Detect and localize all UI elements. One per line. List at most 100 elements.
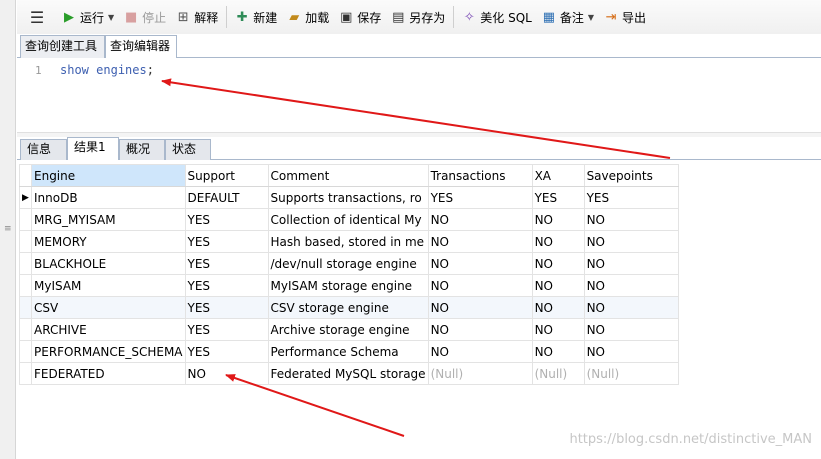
stop-label: 停止	[142, 10, 167, 25]
cell-support[interactable]: DEFAULT	[184, 186, 269, 209]
cell-savepoints[interactable]: NO	[583, 274, 679, 297]
tab-query-editor[interactable]: 查询编辑器	[105, 35, 177, 59]
table-row[interactable]: CSV YES CSV storage engine NO NO NO	[19, 296, 679, 319]
cell-comment[interactable]: Performance Schema	[267, 340, 429, 363]
cell-transactions[interactable]: NO	[427, 208, 533, 231]
cell-support[interactable]: YES	[184, 230, 269, 253]
cell-engine[interactable]: BLACKHOLE	[31, 252, 186, 275]
table-row[interactable]: MyISAM YES MyISAM storage engine NO NO N…	[19, 274, 679, 297]
table-row[interactable]: ▶ InnoDB DEFAULT Supports transactions, …	[19, 186, 679, 209]
cell-comment[interactable]: MyISAM storage engine	[267, 274, 429, 297]
cell-xa[interactable]: NO	[531, 208, 585, 231]
cell-xa[interactable]: (Null)	[531, 362, 585, 385]
tab-query-builder[interactable]: 查询创建工具	[20, 35, 105, 58]
cell-engine[interactable]: InnoDB	[31, 186, 186, 209]
beautify-sql-button[interactable]: ✧ 美化 SQL	[457, 5, 537, 29]
cell-transactions[interactable]: YES	[427, 186, 533, 209]
run-dropdown-icon[interactable]: ▼	[108, 13, 114, 22]
save-as-button[interactable]: ▤ 另存为	[386, 5, 450, 29]
tab-profile[interactable]: 概况	[119, 139, 165, 160]
cell-engine[interactable]: MyISAM	[31, 274, 186, 297]
cell-comment[interactable]: Hash based, stored in me	[267, 230, 429, 253]
cell-transactions[interactable]: NO	[427, 340, 533, 363]
new-button[interactable]: ✚ 新建	[230, 5, 282, 29]
notes-button[interactable]: ▦ 备注 ▼	[537, 5, 599, 29]
cell-engine[interactable]: FEDERATED	[31, 362, 186, 385]
cell-transactions[interactable]: NO	[427, 274, 533, 297]
cell-transactions[interactable]: NO	[427, 296, 533, 319]
splitter-grip-icon[interactable]: ≡	[4, 225, 12, 236]
cell-support[interactable]: YES	[184, 274, 269, 297]
cell-comment[interactable]: CSV storage engine	[267, 296, 429, 319]
cell-engine[interactable]: ARCHIVE	[31, 318, 186, 341]
cell-savepoints[interactable]: NO	[583, 230, 679, 253]
cell-engine[interactable]: MEMORY	[31, 230, 186, 253]
column-header-support[interactable]: Support	[184, 164, 269, 187]
cell-transactions[interactable]: NO	[427, 252, 533, 275]
cell-savepoints[interactable]: NO	[583, 340, 679, 363]
cell-savepoints[interactable]: NO	[583, 252, 679, 275]
column-header-xa[interactable]: XA	[531, 164, 585, 187]
cell-savepoints[interactable]: NO	[583, 208, 679, 231]
tab-status[interactable]: 状态	[165, 139, 211, 160]
cell-transactions[interactable]: NO	[427, 318, 533, 341]
export-button[interactable]: ⇥ 导出	[599, 5, 651, 29]
cell-savepoints[interactable]: NO	[583, 296, 679, 319]
menu-icon[interactable]: ☰	[17, 8, 57, 27]
column-header-engine[interactable]: Engine	[31, 164, 186, 187]
cell-xa[interactable]: NO	[531, 296, 585, 319]
table-row[interactable]: MRG_MYISAM YES Collection of identical M…	[19, 208, 679, 231]
cell-savepoints[interactable]: NO	[583, 318, 679, 341]
cell-comment[interactable]: Supports transactions, ro	[267, 186, 429, 209]
save-button[interactable]: ▣ 保存	[334, 5, 386, 29]
cell-engine[interactable]: CSV	[31, 296, 186, 319]
cell-comment[interactable]: Archive storage engine	[267, 318, 429, 341]
explain-button[interactable]: ⊞ 解释	[171, 5, 223, 29]
cell-savepoints[interactable]: (Null)	[583, 362, 679, 385]
table-row[interactable]: PERFORMANCE_SCHEMA YES Performance Schem…	[19, 340, 679, 363]
table-row[interactable]: BLACKHOLE YES /dev/null storage engine N…	[19, 252, 679, 275]
editor-tabs: 查询创建工具 查询编辑器	[17, 34, 821, 59]
cell-xa[interactable]: NO	[531, 318, 585, 341]
cell-comment[interactable]: Federated MySQL storage	[267, 362, 429, 385]
line-number: 1	[35, 64, 42, 77]
explain-label: 解释	[194, 10, 219, 25]
table-row[interactable]: ARCHIVE YES Archive storage engine NO NO…	[19, 318, 679, 341]
run-button[interactable]: ▶ 运行 ▼	[57, 5, 119, 29]
table-row[interactable]: FEDERATED NO Federated MySQL storage (Nu…	[19, 362, 679, 385]
sql-code-line[interactable]: show engines;	[60, 63, 154, 77]
cell-support[interactable]: NO	[184, 362, 269, 385]
cell-support[interactable]: YES	[184, 318, 269, 341]
result-grid: Engine Support Comment Transactions XA S…	[19, 164, 679, 385]
tab-info[interactable]: 信息	[20, 139, 67, 160]
cell-comment[interactable]: Collection of identical My	[267, 208, 429, 231]
cell-comment[interactable]: /dev/null storage engine	[267, 252, 429, 275]
column-header-savepoints[interactable]: Savepoints	[583, 164, 679, 187]
cell-support[interactable]: YES	[184, 252, 269, 275]
table-row[interactable]: MEMORY YES Hash based, stored in me NO N…	[19, 230, 679, 253]
folder-icon: ▰	[289, 9, 300, 25]
cell-xa[interactable]: NO	[531, 340, 585, 363]
cell-xa[interactable]: NO	[531, 252, 585, 275]
tab-result-1[interactable]: 结果1	[67, 137, 119, 160]
cell-transactions[interactable]: (Null)	[427, 362, 533, 385]
cell-engine[interactable]: PERFORMANCE_SCHEMA	[31, 340, 186, 363]
cell-support[interactable]: YES	[184, 296, 269, 319]
tab-label: 结果1	[74, 140, 106, 154]
tab-label: 信息	[27, 142, 52, 156]
load-button[interactable]: ▰ 加载	[282, 5, 334, 29]
stop-button[interactable]: ■ 停止	[119, 5, 171, 29]
cell-engine[interactable]: MRG_MYISAM	[31, 208, 186, 231]
load-label: 加载	[305, 10, 330, 25]
cell-xa[interactable]: NO	[531, 274, 585, 297]
cell-support[interactable]: YES	[184, 340, 269, 363]
sql-editor[interactable]: 1 show engines;	[17, 58, 821, 132]
cell-xa[interactable]: NO	[531, 230, 585, 253]
cell-transactions[interactable]: NO	[427, 230, 533, 253]
cell-savepoints[interactable]: YES	[583, 186, 679, 209]
cell-xa[interactable]: YES	[531, 186, 585, 209]
column-header-transactions[interactable]: Transactions	[427, 164, 533, 187]
cell-support[interactable]: YES	[184, 208, 269, 231]
column-header-comment[interactable]: Comment	[267, 164, 429, 187]
notes-dropdown-icon[interactable]: ▼	[588, 13, 594, 22]
